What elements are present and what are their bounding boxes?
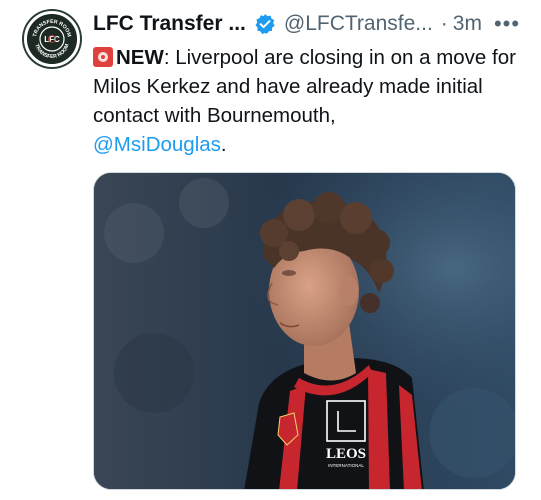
tweet-text-lead: NEW: [116, 46, 164, 69]
mention-link[interactable]: @MsiDouglas: [93, 133, 221, 156]
tweet-text-trailing: .: [220, 133, 227, 156]
tweet[interactable]: TRANSFER ROOM TRANSFER ROOM LFC LFC Tran…: [0, 0, 541, 500]
siren-emoji-icon: [93, 47, 113, 67]
more-options-icon[interactable]: •••: [493, 10, 521, 38]
tweet-media-photo[interactable]: LEOS INTERNATIONAL: [93, 172, 516, 490]
verified-badge-icon[interactable]: [254, 13, 276, 35]
author-avatar[interactable]: TRANSFER ROOM TRANSFER ROOM LFC: [24, 11, 80, 67]
tweet-text: NEW: Liverpool are closing in on a move …: [93, 43, 523, 159]
separator-dot: ·: [440, 12, 448, 35]
author-display-name[interactable]: LFC Transfer ...: [93, 12, 246, 36]
football-player-photo: LEOS INTERNATIONAL: [94, 173, 515, 489]
shirt-sponsor-subtext: INTERNATIONAL: [328, 463, 364, 468]
author-handle[interactable]: @LFCTransfe...: [284, 12, 433, 36]
shirt-sponsor-text: LEOS: [326, 446, 366, 462]
transfer-room-logo-icon: TRANSFER ROOM TRANSFER ROOM LFC: [27, 14, 77, 64]
tweet-header: LFC Transfer ... @LFCTransfe... · 3m: [93, 10, 521, 38]
tweet-timestamp[interactable]: 3m: [453, 12, 482, 36]
